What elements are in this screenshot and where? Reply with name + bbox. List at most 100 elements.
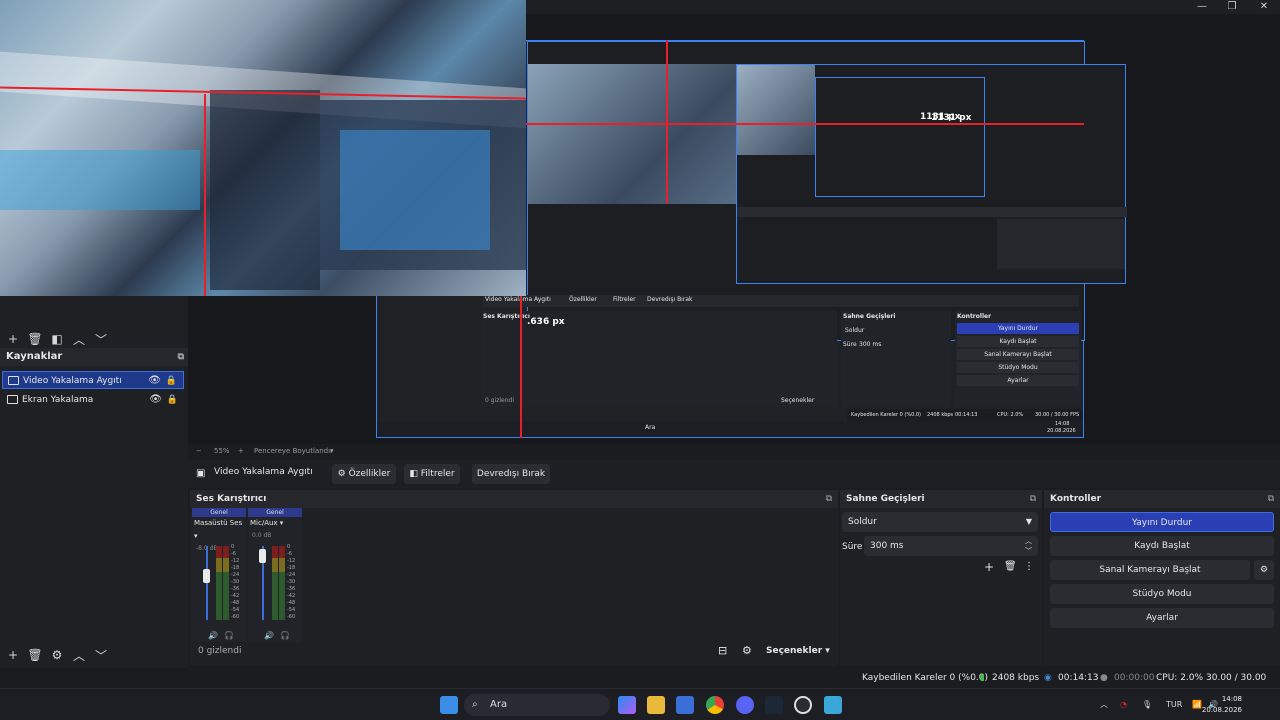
camera-icon: ▣ [196,468,206,479]
nested-transitions-title: Sahne Geçişleri [843,313,896,320]
options-button[interactable]: Seçenekler ▾ [766,646,830,656]
copilot-icon[interactable] [618,696,636,714]
discord-icon[interactable] [736,696,754,714]
record-icon: ● [1100,673,1108,683]
language-indicator[interactable]: TUR [1166,689,1182,720]
volume-fader-track[interactable] [206,546,208,620]
chevron-up-icon[interactable]: ︿ [70,330,88,348]
nested-status-time: 00:14:13 [955,412,978,418]
mixer-channel-desktop: Genel Masaüstü Ses ▾ -8.0 dB 0 -6 -12 -18 -2… [192,508,246,642]
cpu-usage: CPU: 2.0% [1156,673,1204,683]
trash-icon[interactable]: 🗑 [26,330,44,348]
channel-tag: Genel [192,508,246,517]
taskbar: ⌕ Ara ︿ ◔ 🎙 TUR 📶 🔊 14:08 20.08.2026 [0,688,1280,720]
taskbar-search-label: Ara [490,699,508,710]
spinner-icon[interactable]: ︿ ﹀ [1025,536,1032,556]
lock-icon[interactable]: 🔒 [166,372,177,390]
start-recording-button[interactable]: Kaydı Başlat [1050,536,1274,556]
chevron-down-icon: ▼ [1025,517,1032,526]
scale-tick: -60 [287,614,296,620]
store-icon[interactable] [676,696,694,714]
chevron-down-icon[interactable]: ▾ [330,444,334,458]
zoom-out-button[interactable]: − [196,444,202,458]
popout-icon[interactable]: ⧉ [826,490,832,508]
status-bar: Kaybedilen Kareler 0 (%0.0) ▮ 2408 kbps … [0,668,1280,703]
headphones-icon[interactable]: 🎧 [224,631,234,640]
folder-icon[interactable] [647,696,665,714]
selected-source-name: Video Yakalama Aygıtı [214,467,313,477]
transitions-panel: Sahne Geçişleri ⧉ Soldur ▼ Süre 300 ms ︿… [840,490,1042,666]
duration-label: Süre [842,542,863,552]
start-virtual-camera-button[interactable]: Sanal Kamerayı Başlat [1050,560,1250,580]
nested-controls-title: Kontroller [957,313,992,320]
nested-settings: Ayarlar [957,375,1079,386]
speaker-icon[interactable]: 🔊 [264,631,274,640]
windows-start-icon[interactable] [440,696,458,714]
chrome-icon[interactable] [706,696,724,714]
filter-icon[interactable]: ◧ [48,330,66,348]
scale-tick: -24 [287,572,296,578]
nested-preview-2: 1131 px 1131 px [736,64,1127,284]
source-item-screen-capture[interactable]: Ekran Yakalama 👁 🔒 [2,391,184,409]
obs-icon[interactable] [794,696,812,714]
transition-select[interactable]: Soldur ▼ [842,512,1038,532]
popout-icon[interactable]: ⧉ [1268,490,1274,508]
filters-label: Filtreler [420,469,455,479]
volume-fader-knob[interactable] [259,549,266,563]
properties-button[interactable]: ⚙ Özellikler [332,464,396,484]
filters-button[interactable]: ◧ Filtreler [404,464,460,484]
nested-dim-label-3: .636 px [527,317,565,327]
scale-tick: 0 [231,544,235,550]
wifi-icon[interactable]: 📶 [1192,689,1202,720]
gear-icon[interactable]: ⚙ [742,644,752,657]
headphones-icon[interactable]: 🎧 [280,631,290,640]
guide-line-h1 [526,123,1084,125]
nested-deactivate: Devredışı Bırak [647,296,693,303]
app-icon[interactable] [824,696,842,714]
add-icon[interactable]: + [984,560,994,574]
chevron-up-icon[interactable]: ︿ [1100,689,1108,720]
layout-icon[interactable]: ⊟ [718,644,727,657]
channel-name[interactable]: Masaüstü Ses ▾ [192,517,246,543]
duration-input[interactable]: 300 ms ︿ ﹀ [864,536,1038,556]
steam-icon[interactable] [765,696,783,714]
scale-tick: -42 [231,593,240,599]
deactivate-button[interactable]: Devredışı Bırak [472,464,550,484]
chevron-down-icon[interactable]: ﹀ [92,330,110,348]
channel-name[interactable]: Mic/Aux ▾ [248,517,302,530]
trash-icon[interactable]: 🗑 [1004,561,1017,572]
volume-fader-knob[interactable] [203,568,210,583]
eye-icon[interactable]: 👁 [149,391,162,409]
speaker-icon[interactable]: 🔊 [208,631,218,640]
fit-to-window[interactable]: Pencereye Boyutlandır [254,444,333,458]
stop-stream-button[interactable]: Yayını Durdur [1050,512,1274,532]
settings-button[interactable]: Ayarlar [1050,608,1274,628]
source-item-video-capture[interactable]: Video Yakalama Aygıtı 👁 🔒 [2,371,184,389]
minimize-button[interactable]: — [1192,0,1212,14]
nested-clock-time: 14:08 [1055,421,1070,427]
scale-tick: 0 [287,544,291,550]
clock[interactable]: 14:08 20.08.2026 [1202,694,1242,716]
meter-scale: 0 -6 -12 -18 -24 -30 -36 -42 -48 -54 -60 [231,544,239,621]
search-icon: ⌕ [472,699,478,710]
record-tray-icon[interactable]: ◔ [1120,689,1127,720]
studio-mode-button[interactable]: Stüdyo Modu [1050,584,1274,604]
scale-tick: -6 [287,551,292,557]
eye-icon[interactable]: 👁 [148,372,161,390]
gear-icon: ⚙ [337,469,346,479]
popout-icon[interactable]: ⧉ [178,348,184,366]
scale-tick: -48 [287,600,296,606]
lock-icon[interactable]: 🔒 [167,391,178,409]
close-button[interactable]: ✕ [1254,0,1274,14]
controls-title: Kontroller [1050,494,1102,504]
taskbar-search[interactable]: ⌕ Ara [464,694,610,716]
zoom-in-button[interactable]: + [238,444,244,458]
microphone-icon[interactable]: 🎙 [1142,689,1152,720]
popout-icon[interactable]: ⧉ [1030,490,1036,508]
add-icon[interactable]: + [4,330,22,348]
mixer-footer: 0 gizlendi ⊟ ⚙ Seçenekler ▾ [190,642,838,664]
nested-duration: 300 ms [859,341,882,348]
more-icon[interactable]: ⋮ [1024,561,1034,572]
maximize-button[interactable]: ❐ [1222,0,1242,14]
gear-icon[interactable]: ⚙ [1254,560,1274,580]
